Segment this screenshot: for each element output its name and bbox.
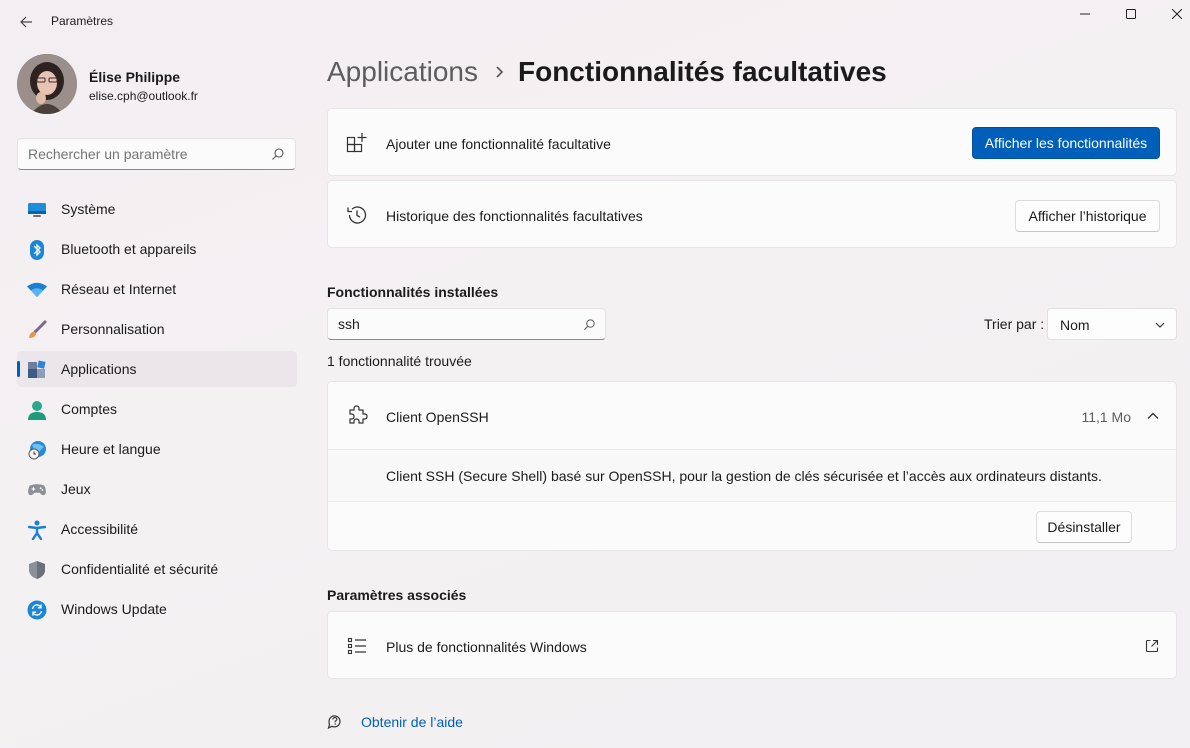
add-feature-card: Ajouter une fonctionnalité facultative A… [327, 108, 1177, 176]
chevron-right-icon [494, 65, 504, 79]
filter-input[interactable] [338, 316, 568, 332]
result-count: 1 fonctionnalité trouvée [327, 353, 472, 369]
sidebar-item-label: Système [61, 201, 116, 217]
sidebar-item-bluetooth[interactable]: Bluetooth et appareils [17, 231, 297, 267]
close-button[interactable] [1154, 0, 1190, 28]
sidebar-nav: Système Bluetooth et appareils Réseau et… [17, 191, 297, 631]
sidebar-item-label: Applications [61, 361, 137, 377]
more-windows-features-card[interactable]: Plus de fonctionnalités Windows [327, 611, 1177, 679]
sidebar-item-accessibility[interactable]: Accessibilité [17, 511, 297, 547]
breadcrumb-parent[interactable]: Applications [327, 56, 478, 88]
app-title: Paramètres [51, 14, 114, 28]
back-button[interactable] [14, 10, 38, 34]
profile-email: elise.cph@outlook.fr [89, 89, 198, 103]
globe-clock-icon [27, 440, 47, 460]
external-link-icon [1145, 639, 1159, 653]
wifi-icon [27, 280, 47, 300]
feature-actions: Désinstaller [328, 502, 1176, 550]
feature-size: 11,1 Mo [1081, 409, 1131, 425]
feature-details: Client SSH (Secure Shell) basé sur OpenS… [328, 450, 1176, 502]
search-icon [272, 148, 284, 160]
sidebar-item-privacy[interactable]: Confidentialité et sécurité [17, 551, 297, 587]
sidebar-item-label: Bluetooth et appareils [61, 241, 197, 257]
sidebar-item-apps[interactable]: Applications [17, 351, 297, 387]
view-history-button[interactable]: Afficher l’historique [1015, 200, 1160, 232]
view-features-button[interactable]: Afficher les fonctionnalités [972, 127, 1160, 159]
avatar-photo-icon [17, 54, 77, 114]
sidebar-item-accounts[interactable]: Comptes [17, 391, 297, 427]
sort-dropdown[interactable]: Nom [1047, 308, 1177, 340]
related-section-title: Paramètres associés [327, 587, 467, 603]
gamepad-icon [27, 480, 47, 500]
history-icon [346, 204, 368, 226]
feature-description: Client SSH (Secure Shell) basé sur OpenS… [386, 468, 1102, 484]
installed-section-title: Fonctionnalités installées [327, 284, 499, 300]
shield-icon [27, 560, 47, 580]
avatar [17, 54, 77, 114]
apps-icon [27, 360, 47, 380]
search-input[interactable] [28, 146, 258, 162]
history-card: Historique des fonctionnalités facultati… [327, 180, 1177, 248]
sidebar-item-gaming[interactable]: Jeux [17, 471, 297, 507]
chevron-down-icon [1155, 322, 1165, 328]
update-icon [27, 600, 47, 620]
sidebar-item-label: Comptes [61, 401, 118, 417]
maximize-button[interactable] [1108, 0, 1154, 28]
search-icon [584, 319, 595, 330]
get-help-link[interactable]: Obtenir de l’aide [327, 713, 463, 730]
sort-value: Nom [1060, 317, 1090, 333]
account-icon [27, 400, 47, 420]
sidebar-item-system[interactable]: Système [17, 191, 297, 227]
feature-item-openssh: Client OpenSSH 11,1 Mo Client SSH (Secur… [327, 381, 1177, 551]
sidebar-item-label: Heure et langue [61, 441, 161, 457]
system-icon [27, 200, 47, 220]
sidebar-item-label: Réseau et Internet [61, 281, 177, 297]
sidebar-item-label: Confidentialité et sécurité [61, 561, 219, 577]
profile-name: Élise Philippe [89, 69, 181, 85]
breadcrumb: Applications Fonctionnalités facultative… [327, 56, 887, 88]
puzzle-icon [346, 405, 368, 427]
sidebar-item-windows-update[interactable]: Windows Update [17, 591, 297, 627]
page-title: Fonctionnalités facultatives [517, 56, 887, 87]
title-bar: Paramètres [0, 0, 1190, 42]
history-label: Historique des fonctionnalités facultati… [386, 208, 643, 224]
sort-label: Trier par : [984, 316, 1045, 332]
installed-filter[interactable] [327, 308, 606, 340]
minimize-button[interactable] [1062, 0, 1108, 28]
sidebar-item-label: Jeux [61, 481, 91, 497]
sidebar-item-label: Windows Update [61, 601, 167, 617]
sidebar-item-time-language[interactable]: Heure et langue [17, 431, 297, 467]
sidebar-item-label: Accessibilité [61, 521, 139, 537]
sidebar-item-personalization[interactable]: Personnalisation [17, 311, 297, 347]
maximize-icon [1126, 9, 1136, 19]
close-icon [1172, 9, 1182, 19]
bluetooth-icon [27, 240, 47, 260]
more-windows-features-label: Plus de fonctionnalités Windows [386, 639, 587, 655]
sidebar-item-network[interactable]: Réseau et Internet [17, 271, 297, 307]
chevron-up-icon[interactable] [1146, 409, 1160, 423]
accessibility-icon [27, 520, 47, 540]
feature-header[interactable]: Client OpenSSH 11,1 Mo [328, 382, 1176, 450]
add-apps-icon [346, 132, 368, 154]
back-arrow-icon [20, 16, 32, 28]
help-icon [327, 715, 341, 730]
brush-icon [27, 320, 47, 340]
uninstall-button[interactable]: Désinstaller [1036, 511, 1132, 543]
feature-name: Client OpenSSH [386, 409, 489, 425]
minimize-icon [1080, 13, 1090, 15]
add-feature-label: Ajouter une fonctionnalité facultative [386, 136, 611, 152]
sidebar-item-label: Personnalisation [61, 321, 165, 337]
help-label: Obtenir de l’aide [361, 713, 463, 730]
settings-search[interactable] [17, 138, 296, 170]
list-icon [346, 635, 368, 657]
